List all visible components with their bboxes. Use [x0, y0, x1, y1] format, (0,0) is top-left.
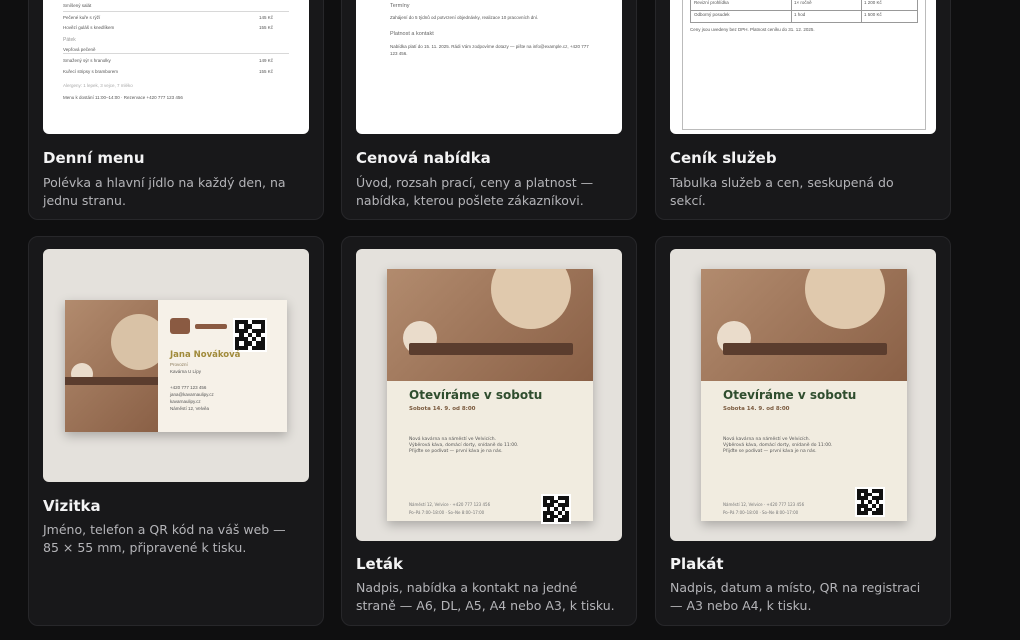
- poster-date: Sobota 14. 9. od 8:00: [723, 406, 790, 412]
- template-card-price-list[interactable]: Revizní prohlídka 1× ročně 1 200 Kč Odbo…: [655, 0, 951, 220]
- card-description: Polévka a hlavní jídlo na každý den, na …: [43, 175, 286, 208]
- preview-text: Zahájení do 5 týdnů od potvrzení objedná…: [390, 15, 539, 20]
- template-card-price-quote[interactable]: Termíny Zahájení do 5 týdnů od potvrzení…: [341, 0, 637, 220]
- preview-note: Alergeny: 1 lepek, 3 vejce, 7 mléko: [63, 83, 133, 88]
- template-card-poster[interactable]: Otevíráme v sobotu Sobota 14. 9. od 8:00…: [655, 236, 951, 626]
- preview-line: Vepřová pečeně: [63, 47, 96, 52]
- flyer-body: Nová kavárna na náměstí ve Velvicích. Vý…: [409, 437, 519, 454]
- preview-line: Kuřecí stripsy s bramborem: [63, 69, 119, 74]
- poster-body: Nová kavárna na náměstí ve Velvicích. Vý…: [723, 437, 833, 454]
- card-title: Ceník služeb: [670, 149, 777, 167]
- business-card-role: Provozní: [170, 362, 188, 367]
- table-cell: 1 500 Kč: [864, 12, 882, 17]
- business-card-web: kavarnaulipy.cz: [170, 399, 201, 404]
- table-cell: 1 hod: [794, 12, 806, 17]
- preview-line: Pátek: [63, 37, 76, 43]
- card-description: Tabulka služeb a cen, seskupená do sekcí…: [670, 175, 894, 208]
- flyer-date: Sobota 14. 9. od 8:00: [409, 406, 476, 412]
- template-preview: Revizní prohlídka 1× ročně 1 200 Kč Odbo…: [670, 0, 936, 134]
- table-cell: Odborný posudek: [694, 12, 730, 17]
- business-card-email: jana@kavarnaulipy.cz: [170, 392, 214, 397]
- card-title: Leták: [356, 555, 403, 573]
- preview-footer: Menu k dostání 11:00–14:00 · Rezervace +…: [63, 95, 183, 100]
- preview-line: Pečené kuře s rýží: [63, 15, 101, 20]
- business-card-company: Kavárna U Lípy: [170, 369, 202, 374]
- template-preview: Otevíráme v sobotu Sobota 14. 9. od 8:00…: [356, 249, 622, 541]
- template-preview: Termíny Zahájení do 5 týdnů od potvrzení…: [356, 0, 622, 134]
- business-card-phone: +420 777 123 456: [170, 385, 207, 390]
- poster-headline: Otevíráme v sobotu: [723, 388, 857, 402]
- template-preview: Smíšený salát Pečené kuře s rýží 145 Kč …: [43, 0, 309, 134]
- preview-text: Nabídka platí do 15. 11. 2025. Rádi Vám …: [390, 44, 589, 56]
- card-description: Nadpis, datum a místo, QR na registraci …: [670, 580, 921, 613]
- table-cell: 1 200 Kč: [864, 0, 882, 5]
- preview-heading: Termíny: [390, 3, 410, 9]
- card-description: Úvod, rozsah prací, ceny a platnost — na…: [356, 175, 594, 208]
- card-title: Vizitka: [43, 497, 101, 515]
- card-description: Nadpis, nabídka a kontakt na jedné stran…: [356, 580, 615, 613]
- flyer-headline: Otevíráme v sobotu: [409, 388, 543, 402]
- poster-footer: Náměstí 12, Velvice · +420 777 123 456 P…: [723, 502, 805, 515]
- flyer-mockup: Otevíráme v sobotu Sobota 14. 9. od 8:00…: [387, 269, 593, 524]
- template-card-daily-menu[interactable]: Smíšený salát Pečené kuře s rýží 145 Kč …: [28, 0, 324, 220]
- table-cell: Revizní prohlídka: [694, 0, 729, 5]
- table-cell: 1× ročně: [794, 0, 812, 5]
- business-card-address: Náměstí 12, Velvěa: [170, 406, 210, 411]
- business-card-name: Jana Nováková: [170, 350, 241, 360]
- preview-line: Hovězí guláš s knedlíkem: [63, 25, 115, 30]
- card-description: Jméno, telefon a QR kód na váš web — 85 …: [43, 522, 286, 555]
- preview-heading: Platnost a kontakt: [390, 31, 434, 37]
- card-title: Denní menu: [43, 149, 145, 167]
- preview-line: Smažený sýr s hranolky: [63, 58, 111, 63]
- preview-note: Ceny jsou uvedeny bez DPH. Platnost cení…: [690, 27, 815, 32]
- qr-code-icon: [233, 318, 267, 352]
- card-title: Cenová nabídka: [356, 149, 491, 167]
- template-preview: Jana Nováková Provozní Kavárna U Lípy +4…: [43, 249, 309, 482]
- qr-code-icon: [541, 494, 571, 524]
- business-card-mockup: Jana Nováková Provozní Kavárna U Lípy +4…: [65, 300, 287, 432]
- flyer-footer: Náměstí 12, Velvice · +420 777 123 456 P…: [409, 502, 491, 515]
- preview-line: Smíšený salát: [63, 3, 92, 8]
- template-preview: Otevíráme v sobotu Sobota 14. 9. od 8:00…: [670, 249, 936, 541]
- card-title: Plakát: [670, 555, 724, 573]
- poster-mockup: Otevíráme v sobotu Sobota 14. 9. od 8:00…: [701, 269, 907, 521]
- template-card-business-card[interactable]: Jana Nováková Provozní Kavárna U Lípy +4…: [28, 236, 324, 626]
- qr-code-icon: [855, 487, 885, 517]
- template-card-flyer[interactable]: Otevíráme v sobotu Sobota 14. 9. od 8:00…: [341, 236, 637, 626]
